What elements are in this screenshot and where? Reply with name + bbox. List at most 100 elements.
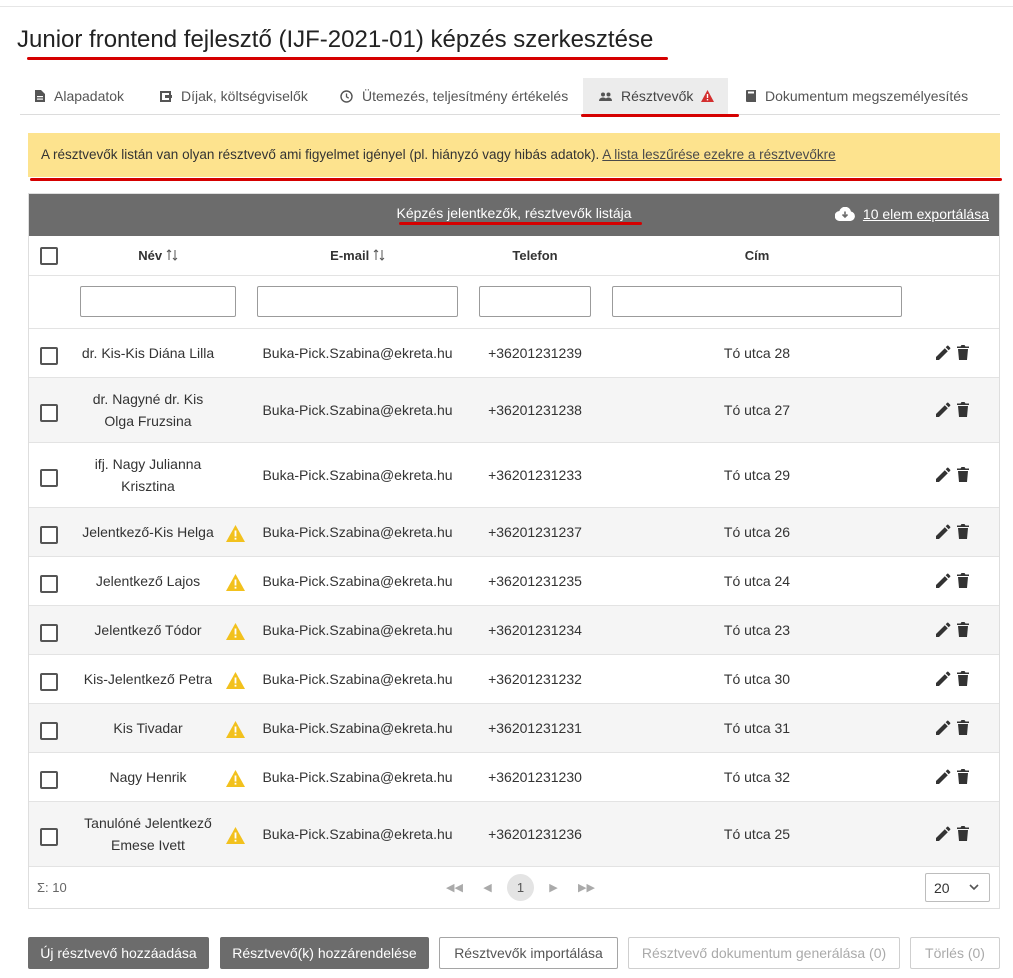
- row-checkbox[interactable]: [40, 828, 58, 846]
- row-actions: [936, 671, 969, 686]
- address-cell: Tó utca 31: [723, 720, 791, 736]
- tab-dokumentum[interactable]: Dokumentum megszemélyesítés: [746, 78, 968, 114]
- pencil-icon[interactable]: [936, 720, 951, 735]
- pencil-icon[interactable]: [936, 622, 951, 637]
- next-page-icon[interactable]: ▶: [540, 874, 567, 901]
- table-row[interactable]: Kis-Jelentkező Petra Buka-Pick.Szabina@ek…: [29, 655, 999, 704]
- address-cell: Tó utca 30: [723, 671, 791, 687]
- row-checkbox[interactable]: [40, 469, 58, 487]
- row-checkbox[interactable]: [40, 624, 58, 642]
- sort-icon: [166, 249, 178, 261]
- first-page-icon[interactable]: ◀◀: [441, 874, 468, 901]
- sort-icon: [373, 249, 385, 261]
- table-row[interactable]: Tanulóné Jelentkező Emese Ivett Buka-Pick…: [29, 802, 999, 867]
- add-participant-button[interactable]: Új résztvevő hozzáadása: [28, 937, 209, 969]
- pencil-icon[interactable]: [936, 467, 951, 482]
- name-cell: ifj. Nagy Julianna Krisztina: [94, 456, 202, 494]
- row-checkbox[interactable]: [40, 347, 58, 365]
- generate-document-button[interactable]: Résztvevő dokumentum generálása (0): [628, 937, 900, 969]
- trash-icon[interactable]: [957, 720, 969, 735]
- tab-resztvevok[interactable]: Résztvevők: [583, 78, 728, 114]
- row-checkbox[interactable]: [40, 404, 58, 422]
- name-cell: Jelentkező Tódor: [94, 622, 202, 638]
- row-checkbox[interactable]: [40, 575, 58, 593]
- clock-icon: [340, 89, 353, 103]
- address-filter-input[interactable]: [612, 286, 902, 317]
- prev-page-icon[interactable]: ◀: [474, 874, 501, 901]
- pager: ◀◀ ◀ 1 ▶ ▶▶: [441, 874, 606, 901]
- tab-dijak[interactable]: Díjak, költségviselők: [160, 78, 308, 114]
- select-all-checkbox[interactable]: [40, 247, 58, 265]
- table-row[interactable]: Nagy Henrik Buka-Pick.Szabina@ekreta.hu +3…: [29, 753, 999, 802]
- address-cell: Tó utca 23: [723, 622, 791, 638]
- row-checkbox[interactable]: [40, 673, 58, 691]
- import-participants-button[interactable]: Résztvevők importálása: [439, 937, 618, 969]
- email-cell: Buka-Pick.Szabina@ekreta.hu: [262, 573, 453, 589]
- row-checkbox[interactable]: [40, 722, 58, 740]
- table-row[interactable]: Jelentkező Lajos Buka-Pick.Szabina@ekreta…: [29, 557, 999, 606]
- trash-icon[interactable]: [957, 345, 969, 360]
- trash-icon[interactable]: [957, 826, 969, 841]
- phone-cell: +36201231232: [488, 671, 582, 687]
- pencil-icon[interactable]: [936, 402, 951, 417]
- table-row[interactable]: dr. Nagyné dr. Kis Olga Fruzsina Buka-Pic…: [29, 378, 999, 443]
- people-icon: [599, 92, 612, 101]
- email-cell: Buka-Pick.Szabina@ekreta.hu: [262, 402, 453, 418]
- email-cell: Buka-Pick.Szabina@ekreta.hu: [262, 671, 453, 687]
- pencil-icon[interactable]: [936, 524, 951, 539]
- phone-cell: +36201231231: [488, 720, 582, 736]
- delete-button[interactable]: Törlés (0): [910, 937, 1000, 969]
- column-address: Cím: [744, 248, 770, 263]
- last-page-icon[interactable]: ▶▶: [573, 874, 600, 901]
- trash-icon[interactable]: [957, 573, 969, 588]
- pencil-icon[interactable]: [936, 345, 951, 360]
- email-cell: Buka-Pick.Szabina@ekreta.hu: [262, 524, 453, 540]
- table-row[interactable]: ifj. Nagy Julianna Krisztina Buka-Pick.Sz…: [29, 443, 999, 508]
- table-row[interactable]: dr. Kis-Kis Diána Lilla Buka-Pick.Szabina…: [29, 329, 999, 378]
- grid-footer: Σ: 10 ◀◀ ◀ 1 ▶ ▶▶ 20: [29, 865, 999, 909]
- row-checkbox[interactable]: [40, 526, 58, 544]
- trash-icon[interactable]: [957, 622, 969, 637]
- page-title: Junior frontend fejlesztő (IJF-2021-01) …: [17, 26, 654, 53]
- filter-link[interactable]: A lista leszűrése ezekre a résztvevőkre: [602, 147, 835, 162]
- assign-participants-button[interactable]: Résztvevő(k) hozzárendelése: [220, 937, 429, 969]
- pencil-icon[interactable]: [936, 769, 951, 784]
- pencil-icon[interactable]: [936, 826, 951, 841]
- phone-cell: +36201231230: [488, 769, 582, 785]
- column-email[interactable]: E-mail: [257, 248, 458, 263]
- column-email-label: E-mail: [330, 248, 370, 263]
- warning-icon: [226, 525, 245, 542]
- name-cell: Jelentkező Lajos: [95, 573, 201, 589]
- trash-icon[interactable]: [957, 671, 969, 686]
- page-size-select[interactable]: 20: [925, 873, 990, 902]
- column-header-row: Név E-mail Telefon Cím: [29, 236, 999, 276]
- table-row[interactable]: Jelentkező-Kis Helga Buka-Pick.Szabina@ek…: [29, 508, 999, 557]
- name-cell: dr. Kis-Kis Diána Lilla: [81, 345, 215, 361]
- tab-alapadatok[interactable]: Alapadatok: [35, 78, 124, 114]
- tab-utemezes[interactable]: Ütemezés, teljesítmény értékelés: [340, 78, 568, 114]
- export-link[interactable]: 10 elem exportálása: [834, 206, 989, 222]
- document-icon: [35, 90, 45, 102]
- phone-cell: +36201231238: [488, 402, 582, 418]
- current-page[interactable]: 1: [507, 874, 534, 901]
- title-underline: [27, 57, 668, 60]
- trash-icon[interactable]: [957, 402, 969, 417]
- trash-icon[interactable]: [957, 769, 969, 784]
- phone-filter-input[interactable]: [479, 286, 591, 317]
- column-name[interactable]: Név: [80, 248, 236, 263]
- row-count: Σ: 10: [37, 880, 67, 895]
- email-cell: Buka-Pick.Szabina@ekreta.hu: [262, 467, 453, 483]
- name-filter-input[interactable]: [80, 286, 236, 317]
- pencil-icon[interactable]: [936, 573, 951, 588]
- warning-icon: [226, 827, 245, 844]
- table-row[interactable]: Jelentkező Tódor Buka-Pick.Szabina@ekreta…: [29, 606, 999, 655]
- trash-icon[interactable]: [957, 467, 969, 482]
- email-filter-input[interactable]: [257, 286, 458, 317]
- pencil-icon[interactable]: [936, 671, 951, 686]
- table-row[interactable]: Kis Tivadar Buka-Pick.Szabina@ekreta.hu +3…: [29, 704, 999, 753]
- participants-grid: Képzés jelentkezők, résztvevők listája 1…: [28, 193, 1000, 909]
- row-checkbox[interactable]: [40, 771, 58, 789]
- row-actions: [936, 467, 969, 482]
- warning-icon: [226, 574, 245, 591]
- trash-icon[interactable]: [957, 524, 969, 539]
